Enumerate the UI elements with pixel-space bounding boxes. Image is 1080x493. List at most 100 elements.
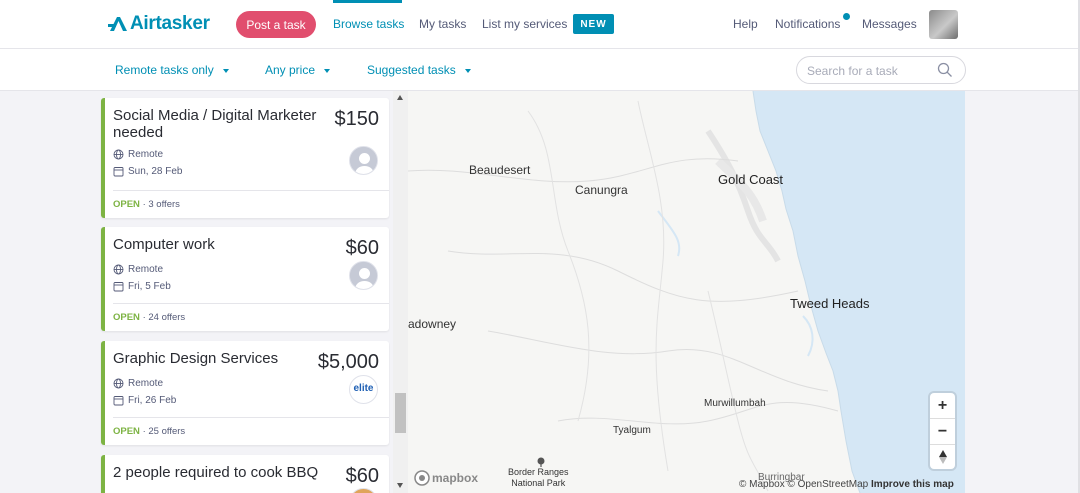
nav-help[interactable]: Help [733,17,758,31]
task-status: OPEN · 3 offers [113,199,180,210]
task-price: $60 [345,465,379,487]
airtasker-logo[interactable]: Airtasker [108,12,210,36]
border-ranges-line-1: Border Ranges [508,467,569,477]
map-label-gold-coast: Gold Coast [718,172,784,187]
card-divider [113,190,389,191]
task-card[interactable]: Graphic Design Services $5,000 Remote Fr… [101,341,389,445]
map-label-murwillumbah: Murwillumbah [704,398,766,409]
task-price: $60 [345,237,379,259]
task-location-text: Remote [128,149,164,160]
task-date-text: Sun, 28 Feb [128,166,183,177]
right-margin [965,91,1080,493]
attribution-text[interactable]: © Mapbox © OpenStreetMap [739,479,868,490]
price-filter[interactable]: Any price [265,63,331,77]
new-badge: NEW [573,14,614,34]
scroll-down-arrow-icon[interactable] [397,483,403,488]
default-avatar-icon [350,262,377,289]
suggested-tasks-filter-label: Suggested tasks [367,63,456,77]
top-navigation: Airtasker Post a task Browse tasks My ta… [0,0,1080,49]
calendar-icon [113,282,124,292]
compass-icon [938,449,947,464]
suggested-tasks-filter[interactable]: Suggested tasks [367,63,471,77]
globe-icon [113,149,124,160]
card-divider [113,303,389,304]
scroll-up-arrow-icon[interactable] [397,95,403,100]
task-title: Graphic Design Services [113,350,279,367]
map-zoom-controls: + − [930,393,955,469]
task-location-text: Remote [128,378,164,389]
task-location-text: Remote [128,264,164,275]
zoom-in-button[interactable]: + [930,393,955,418]
task-date-text: Fri, 5 Feb [128,281,171,292]
remote-tasks-filter-label: Remote tasks only [115,63,214,77]
zoom-out-button[interactable]: − [930,419,955,444]
nav-my-tasks[interactable]: My tasks [419,17,466,31]
filter-bar: Remote tasks only Any price Suggested ta… [0,49,1080,91]
border-ranges-line-2: National Park [511,478,566,488]
map-attribution: © Mapbox © OpenStreetMap Improve this ma… [739,479,954,490]
task-location: Remote [113,378,163,389]
offer-count: · 25 offers [139,426,186,437]
poster-avatar [349,488,378,493]
map-label-border-ranges: Border Ranges National Park [508,467,569,489]
offer-count: · 3 offers [139,199,180,210]
chevron-down-icon [222,69,229,73]
calendar-icon [113,167,124,177]
improve-map-link[interactable]: Improve this map [871,479,954,490]
task-map[interactable]: Beaudesert Canungra Gold Coast Tweed Hea… [408,91,965,493]
globe-icon [113,378,124,389]
park-tree-icon [537,457,545,467]
price-filter-label: Any price [265,63,316,77]
task-date: Fri, 5 Feb [113,281,171,292]
offer-count: · 24 offers [139,312,186,323]
active-tab-indicator [333,0,402,3]
chevron-down-icon [464,69,471,73]
task-date: Fri, 26 Feb [113,395,176,406]
task-status: OPEN · 25 offers [113,426,185,437]
user-avatar[interactable] [929,10,958,39]
task-list-scrollbar[interactable] [393,91,408,493]
map-label-canungra: Canungra [575,183,628,197]
task-search-box[interactable] [796,56,966,84]
task-location: Remote [113,264,163,275]
map-label-tyalgum: Tyalgum [613,425,651,436]
nav-browse-tasks[interactable]: Browse tasks [333,17,404,31]
task-title: Computer work [113,236,215,253]
mapbox-logo-text: mapbox [432,471,479,485]
airtasker-browse-page: Airtasker Post a task Browse tasks My ta… [0,0,1080,493]
task-title: Social Media / Digital Marketer needed [113,107,317,141]
task-location: Remote [113,149,163,160]
globe-icon [113,264,124,275]
nav-notifications[interactable]: Notifications [775,17,840,31]
poster-avatar [349,261,378,290]
map-terrain [408,91,965,493]
nav-list-my-services[interactable]: List my services [482,17,567,31]
mapbox-logo-icon [414,470,430,486]
map-label-adowney: adowney [408,317,457,331]
map-label-tweed-heads: Tweed Heads [790,296,870,311]
elite-logo-text: elite [353,383,374,394]
task-status: OPEN · 24 offers [113,312,185,323]
remote-tasks-filter[interactable]: Remote tasks only [115,63,229,77]
post-a-task-button[interactable]: Post a task [236,11,316,38]
poster-avatar-elite-logo: elite [349,375,378,404]
nav-messages[interactable]: Messages [862,17,917,31]
task-card[interactable]: Social Media / Digital Marketer needed $… [101,98,389,218]
calendar-icon [113,396,124,406]
scrollbar-thumb[interactable] [395,393,406,433]
task-card[interactable]: Computer work $60 Remote Fri, 5 Feb OPEN… [101,227,389,331]
search-icon[interactable] [937,62,953,78]
task-title: 2 people required to cook BBQ [113,464,319,481]
compass-reset-button[interactable] [930,444,955,469]
search-input[interactable] [807,61,932,81]
map-label-beaudesert: Beaudesert [469,163,531,177]
default-avatar-icon [350,147,377,174]
task-card[interactable]: 2 people required to cook BBQ $60 [101,455,389,493]
task-date-text: Fri, 26 Feb [128,395,177,406]
task-list: Social Media / Digital Marketer needed $… [100,91,390,493]
task-price: $5,000 [317,351,379,373]
mapbox-logo[interactable]: mapbox [414,469,478,487]
status-open-label: OPEN [113,199,140,210]
airtasker-logo-icon [108,17,127,31]
poster-avatar [349,146,378,175]
